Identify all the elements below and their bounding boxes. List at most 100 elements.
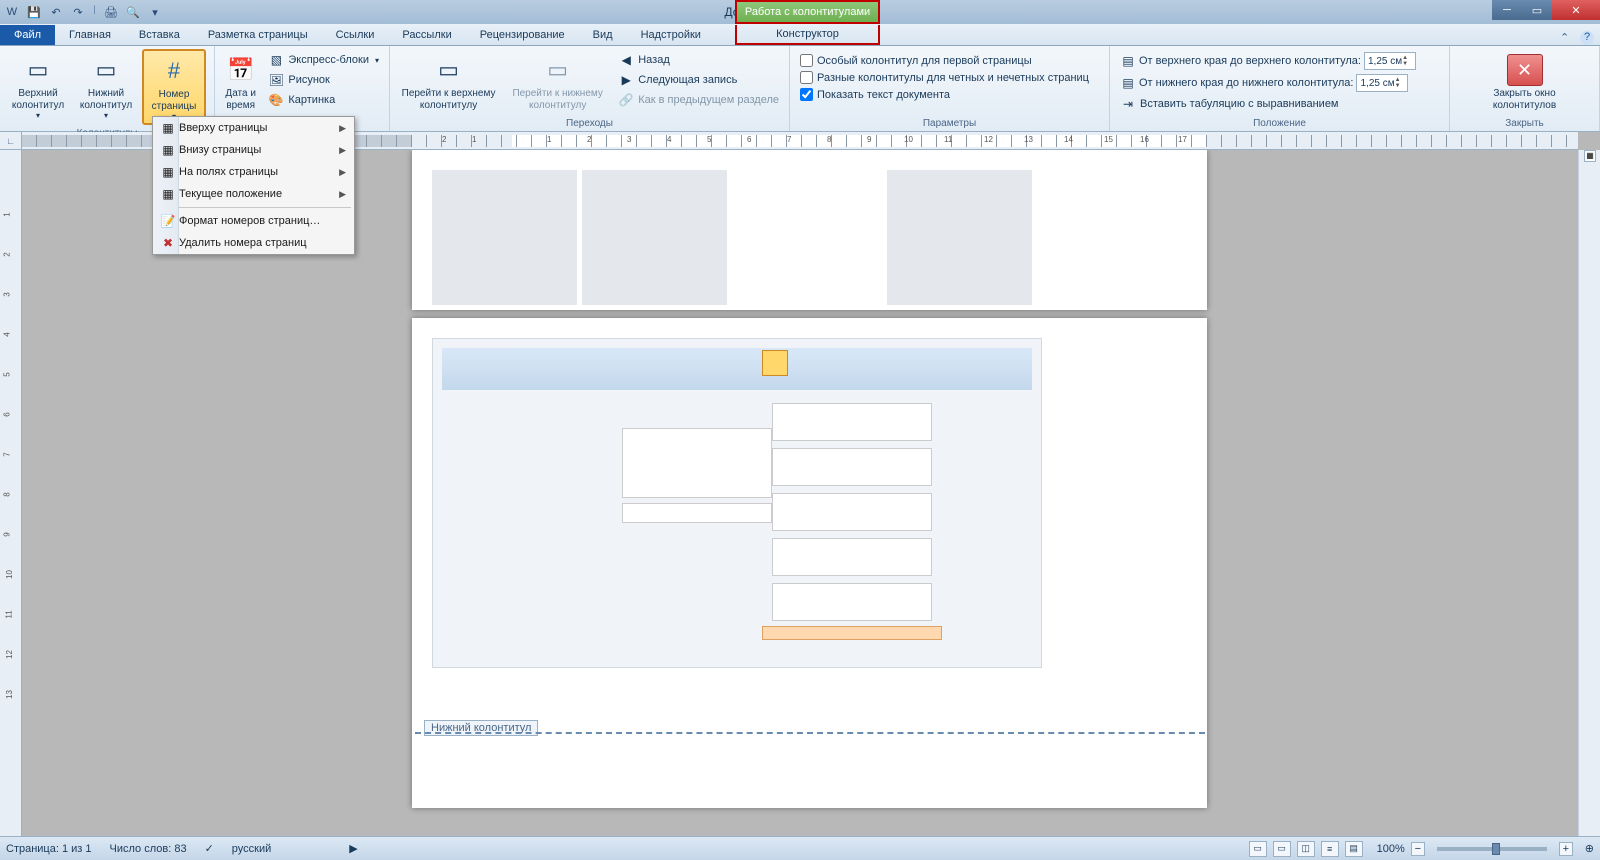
vertical-scrollbar[interactable]: ▦ xyxy=(1578,150,1600,836)
submenu-arrow-icon: ▶ xyxy=(339,145,346,156)
view-print-layout[interactable]: ▭ xyxy=(1249,841,1267,857)
status-proofing-icon[interactable]: ✓ xyxy=(205,842,214,855)
clipart-icon: 🎨 xyxy=(268,92,284,108)
datetime-label: Дата и время xyxy=(224,88,257,111)
picture-icon: 🖼 xyxy=(268,72,284,88)
tab-designer[interactable]: Конструктор xyxy=(735,25,880,45)
page-current-icon: ▦ xyxy=(157,187,179,201)
page-prev xyxy=(412,150,1207,310)
view-fullscreen[interactable]: ▭ xyxy=(1273,841,1291,857)
zoom-out-button[interactable]: − xyxy=(1411,842,1425,856)
tab-pagelayout[interactable]: Разметка страницы xyxy=(194,25,322,45)
menu-bottom-of-page[interactable]: ▦Внизу страницы▶ xyxy=(153,139,354,161)
group-label-options: Параметры xyxy=(790,118,1109,131)
zoom-thumb[interactable] xyxy=(1492,843,1500,855)
checkbox-icon[interactable] xyxy=(800,88,813,101)
prev-section-button[interactable]: ◀Назад xyxy=(614,51,783,69)
footer-bottom-spinner[interactable]: 1,25 см▲▼ xyxy=(1356,74,1408,92)
print-icon[interactable]: 🖨 xyxy=(103,4,119,20)
link-icon: 🔗 xyxy=(618,92,634,108)
close-headerfooter-button[interactable]: ✕ Закрыть окно колонтитулов xyxy=(1480,49,1570,114)
minimize-ribbon-icon[interactable]: ⌃ xyxy=(1560,31,1574,45)
zoom-in-button[interactable]: + xyxy=(1559,842,1573,856)
submenu-arrow-icon: ▶ xyxy=(339,189,346,200)
show-doc-checkbox[interactable]: Показать текст документа xyxy=(796,87,1093,102)
view-draft[interactable]: ▤ xyxy=(1345,841,1363,857)
tab-home[interactable]: Главная xyxy=(55,25,125,45)
tab-references[interactable]: Ссылки xyxy=(322,25,389,45)
header-top-spinner[interactable]: 1,25 см▲▼ xyxy=(1364,52,1416,70)
quick-access-toolbar: W 💾 ↶ ↷ | 🖨 🔍 ▾ xyxy=(0,4,163,20)
qat-custom-icon[interactable]: ▾ xyxy=(147,4,163,20)
menu-remove-page-numbers[interactable]: ✖Удалить номера страниц xyxy=(153,232,354,254)
contextual-tab-header: Работа с колонтитулами xyxy=(735,0,880,24)
vertical-ruler[interactable]: 1 2 3 4 5 6 7 8 9 10 11 12 13 xyxy=(0,150,22,836)
menu-format-page-numbers[interactable]: 📝Формат номеров страниц… xyxy=(153,210,354,232)
header-from-top[interactable]: ▤ От верхнего края до верхнего колонтиту… xyxy=(1116,51,1420,71)
page-number-dropdown: ▦Вверху страницы▶ ▦Внизу страницы▶ ▦На п… xyxy=(152,116,355,255)
quickparts-icon: ▧ xyxy=(268,52,284,68)
file-tab[interactable]: Файл xyxy=(0,25,55,45)
group-label-nav: Переходы xyxy=(390,118,789,131)
tab-selector[interactable]: ∟ xyxy=(0,132,22,150)
status-bar: Страница: 1 из 1 Число слов: 83 ✓ русски… xyxy=(0,836,1600,860)
close-window-button[interactable]: ✕ xyxy=(1552,0,1600,20)
minimize-button[interactable]: ─ xyxy=(1492,0,1522,20)
goto-footer-icon: ▭ xyxy=(542,54,574,86)
remove-icon: ✖ xyxy=(157,236,179,250)
redo-icon[interactable]: ↷ xyxy=(70,4,86,20)
status-language[interactable]: русский xyxy=(232,843,271,855)
zoom-level[interactable]: 100% xyxy=(1377,843,1405,855)
tab-view[interactable]: Вид xyxy=(579,25,627,45)
page-number-button[interactable]: # Номер страницы▾ xyxy=(142,49,206,125)
view-outline[interactable]: ≡ xyxy=(1321,841,1339,857)
quickparts-button[interactable]: ▧Экспресс-блоки▾ xyxy=(264,51,383,69)
diff-oddeven-checkbox[interactable]: Разные колонтитулы для четных и нечетных… xyxy=(796,70,1093,85)
goto-footer-label: Перейти к нижнему колонтитулу xyxy=(508,88,607,111)
clipart-button[interactable]: 🎨Картинка xyxy=(264,91,383,109)
ruler-toggle-icon[interactable]: ▦ xyxy=(1584,150,1596,162)
header-icon: ▭ xyxy=(22,54,54,86)
word-icon: W xyxy=(4,4,20,20)
diff-first-checkbox[interactable]: Особый колонтитул для первой страницы xyxy=(796,53,1093,68)
footer-label: Нижний колонтитул xyxy=(77,88,135,111)
page-number-icon: # xyxy=(158,55,190,87)
footer-from-bottom[interactable]: ▤ От нижнего края до нижнего колонтитула… xyxy=(1116,73,1420,93)
title-bar: W 💾 ↶ ↷ | 🖨 🔍 ▾ Документ1 - Microsoft Wo… xyxy=(0,0,1600,24)
zoom-slider[interactable] xyxy=(1437,847,1547,851)
status-page[interactable]: Страница: 1 из 1 xyxy=(6,843,92,855)
next-section-button[interactable]: ▶Следующая запись xyxy=(614,71,783,89)
checkbox-icon[interactable] xyxy=(800,54,813,67)
datetime-button[interactable]: 📅 Дата и время xyxy=(221,49,260,114)
undo-icon[interactable]: ↶ xyxy=(48,4,64,20)
menu-top-of-page[interactable]: ▦Вверху страницы▶ xyxy=(153,117,354,139)
page-bottom-icon: ▦ xyxy=(157,143,179,157)
picture-button[interactable]: 🖼Рисунок xyxy=(264,71,383,89)
tab-mailings[interactable]: Рассылки xyxy=(388,25,465,45)
goto-header-label: Перейти к верхнему колонтитулу xyxy=(399,88,498,111)
checkbox-icon[interactable] xyxy=(800,71,813,84)
maximize-button[interactable]: ▭ xyxy=(1522,0,1552,20)
goto-header-button[interactable]: ▭ Перейти к верхнему колонтитулу xyxy=(396,49,501,114)
format-icon: 📝 xyxy=(157,214,179,228)
status-macro-icon[interactable]: ▶ xyxy=(349,842,357,855)
header-button[interactable]: ▭ Верхний колонтитул▾ xyxy=(6,49,70,123)
footer-button[interactable]: ▭ Нижний колонтитул▾ xyxy=(74,49,138,123)
menu-page-margins[interactable]: ▦На полях страницы▶ xyxy=(153,161,354,183)
prev-icon: ◀ xyxy=(618,52,634,68)
ribbon-tabs: Файл Главная Вставка Разметка страницы С… xyxy=(0,24,1600,46)
page-margin-icon: ▦ xyxy=(157,165,179,179)
zoom-fit-icon[interactable]: ⊕ xyxy=(1585,842,1594,855)
status-words[interactable]: Число слов: 83 xyxy=(110,843,187,855)
insert-align-tab-button[interactable]: ⇥Вставить табуляцию с выравниванием xyxy=(1116,95,1420,113)
preview-icon[interactable]: 🔍 xyxy=(125,4,141,20)
next-icon: ▶ xyxy=(618,72,634,88)
menu-current-position[interactable]: ▦Текущее положение▶ xyxy=(153,183,354,205)
tab-insert[interactable]: Вставка xyxy=(125,25,194,45)
tab-addins[interactable]: Надстройки xyxy=(627,25,715,45)
calendar-icon: 📅 xyxy=(225,54,257,86)
save-icon[interactable]: 💾 xyxy=(26,4,42,20)
help-icon[interactable]: ? xyxy=(1580,31,1594,45)
tab-review[interactable]: Рецензирование xyxy=(466,25,579,45)
view-web[interactable]: ◫ xyxy=(1297,841,1315,857)
